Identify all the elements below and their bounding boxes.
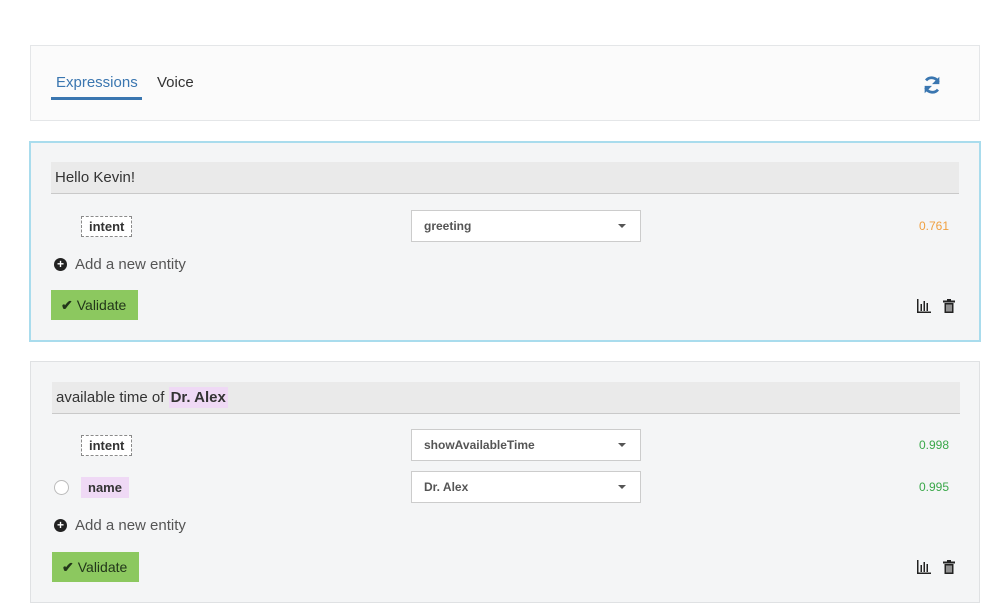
confidence-score: 0.995 (918, 480, 949, 494)
bar-chart-icon[interactable] (916, 298, 932, 314)
name-select[interactable]: Dr. Alex (411, 471, 641, 503)
expression-card: Hello Kevin! intent greeting 0.761 + Add … (29, 141, 981, 342)
entity-tag-intent: intent (81, 435, 133, 456)
validate-button[interactable]: ✔ Validate (51, 290, 138, 320)
refresh-icon[interactable] (921, 74, 943, 96)
add-entity-label: Add a new entity (75, 517, 186, 534)
entity-row: intent greeting 0.761 (31, 210, 979, 242)
validate-button[interactable]: ✔ Validate (52, 552, 139, 582)
trash-icon[interactable] (941, 559, 957, 575)
check-icon: ✔ (61, 297, 73, 313)
tabs-panel: Expressions Voice (30, 45, 980, 121)
intent-select[interactable]: showAvailableTime (411, 429, 641, 461)
select-value: greeting (424, 219, 472, 233)
expression-card: available time of Dr. Alex intent showAv… (30, 361, 980, 603)
confidence-score: 0.998 (918, 438, 949, 452)
tab-voice[interactable]: Voice (157, 74, 194, 91)
entity-tag-name: name (81, 477, 129, 498)
add-entity-link[interactable]: + Add a new entity (54, 517, 186, 534)
bar-chart-icon[interactable] (916, 559, 932, 575)
add-entity-label: Add a new entity (75, 256, 186, 273)
confidence-score: 0.761 (918, 219, 949, 233)
plus-circle-icon: + (54, 519, 67, 532)
entity-row: intent showAvailableTime 0.998 (31, 429, 979, 461)
caret-down-icon (618, 443, 626, 447)
select-value: showAvailableTime (424, 438, 535, 452)
entity-row: name Dr. Alex 0.995 (31, 471, 979, 503)
entity-tag-intent: intent (81, 216, 133, 237)
entity-highlight[interactable]: Dr. Alex (168, 387, 228, 408)
select-value: Dr. Alex (424, 480, 469, 494)
plus-circle-icon: + (54, 258, 67, 271)
expression-sentence[interactable]: Hello Kevin! (51, 162, 959, 194)
tab-expressions[interactable]: Expressions (56, 74, 138, 91)
sentence-text: Hello Kevin! (55, 169, 136, 186)
caret-down-icon (618, 485, 626, 489)
validate-label: Validate (77, 559, 128, 575)
check-icon: ✔ (62, 559, 74, 575)
entity-radio[interactable] (54, 480, 69, 495)
caret-down-icon (618, 224, 626, 228)
active-tab-indicator (51, 97, 142, 100)
sentence-text: available time of (56, 389, 169, 406)
expression-sentence[interactable]: available time of Dr. Alex (52, 382, 960, 414)
validate-label: Validate (76, 297, 127, 313)
trash-icon[interactable] (941, 298, 957, 314)
intent-select[interactable]: greeting (411, 210, 641, 242)
add-entity-link[interactable]: + Add a new entity (54, 256, 186, 273)
